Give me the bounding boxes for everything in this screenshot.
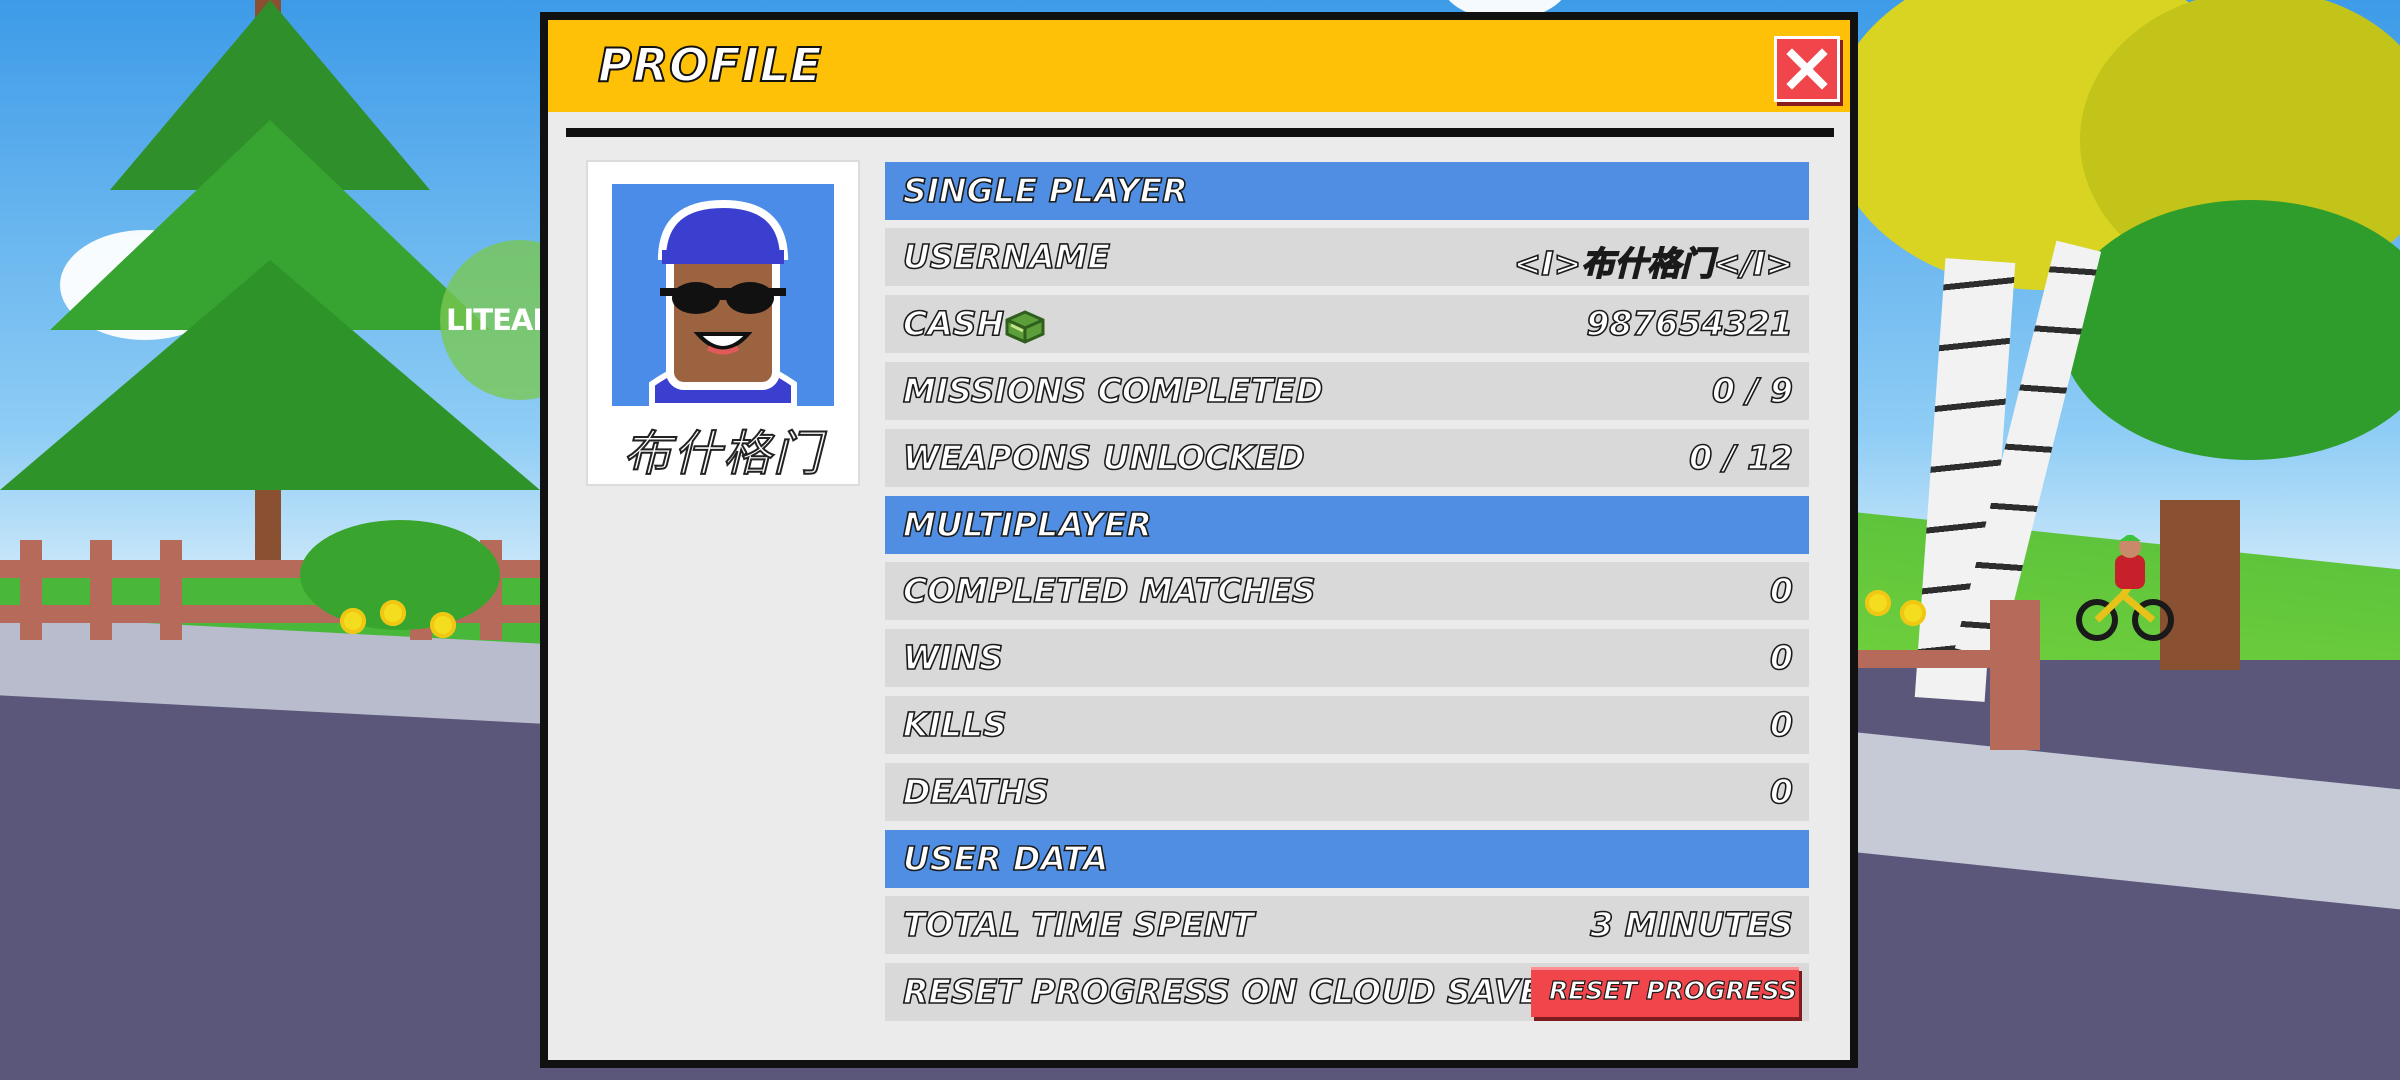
stat-label: CASH bbox=[902, 303, 1005, 344]
stat-value: 0 bbox=[1769, 637, 1794, 678]
stats-panel: SINGLE PLAYER USERNAME <I>布什格门</I> CASH … bbox=[885, 162, 1809, 1030]
close-button[interactable] bbox=[1774, 36, 1840, 102]
stat-label: WEAPONS UNLOCKED bbox=[902, 437, 1305, 478]
stat-label: WINS bbox=[902, 637, 1004, 678]
avatar bbox=[612, 184, 834, 406]
stat-row-deaths: DEATHS 0 bbox=[885, 763, 1809, 821]
section-title: USER DATA bbox=[902, 838, 1109, 879]
fence-post bbox=[20, 540, 42, 640]
stat-label: MISSIONS COMPLETED bbox=[902, 370, 1324, 411]
player-avatar-icon bbox=[649, 199, 797, 406]
fence-post bbox=[160, 540, 182, 640]
profile-dialog: PROFILE 布什格门 SINGLE PLAYER USERNAME <I>布… bbox=[540, 12, 1858, 1068]
stat-value: 0 bbox=[1769, 704, 1794, 745]
stat-row-wins: WINS 0 bbox=[885, 629, 1809, 687]
reset-progress-label: RESET PROGRESS bbox=[1548, 975, 1797, 1005]
section-header-user-data: USER DATA bbox=[885, 830, 1809, 888]
section-header-multiplayer: MULTIPLAYER bbox=[885, 496, 1809, 554]
reset-progress-button[interactable]: RESET PROGRESS bbox=[1531, 967, 1799, 1017]
stat-label: COMPLETED MATCHES bbox=[902, 570, 1316, 611]
stat-label: DEATHS bbox=[902, 771, 1050, 812]
section-title: SINGLE PLAYER bbox=[902, 170, 1188, 211]
stat-value: 0 / 12 bbox=[1688, 437, 1794, 478]
close-x-icon bbox=[1786, 48, 1828, 90]
stat-label: TOTAL TIME SPENT bbox=[902, 904, 1254, 945]
stat-value: 0 bbox=[1769, 771, 1794, 812]
stat-row-missions: MISSIONS COMPLETED 0 / 9 bbox=[885, 362, 1809, 420]
dialog-header: PROFILE bbox=[548, 20, 1850, 112]
stat-row-username: USERNAME <I>布什格门</I> bbox=[885, 228, 1809, 286]
stat-row-time-spent: TOTAL TIME SPENT 3 MINUTES bbox=[885, 896, 1809, 954]
stat-label: KILLS bbox=[902, 704, 1007, 745]
stat-value: 0 / 9 bbox=[1711, 370, 1794, 411]
flower bbox=[430, 612, 456, 638]
flower bbox=[1865, 590, 1891, 616]
stat-value: <I>布什格门</I> bbox=[1513, 243, 1794, 284]
stat-row-reset-progress: RESET PROGRESS ON CLOUD SAVE RESET PROGR… bbox=[885, 963, 1809, 1021]
fence-post bbox=[90, 540, 112, 640]
section-header-single-player: SINGLE PLAYER bbox=[885, 162, 1809, 220]
fence-post bbox=[1990, 600, 2040, 750]
player-display-name: 布什格门 bbox=[622, 425, 823, 483]
stat-row-matches: COMPLETED MATCHES 0 bbox=[885, 562, 1809, 620]
header-divider bbox=[566, 128, 1834, 137]
avatar-card: 布什格门 bbox=[588, 162, 858, 484]
flower bbox=[1900, 600, 1926, 626]
fence-rail bbox=[1840, 650, 2010, 668]
section-title: MULTIPLAYER bbox=[902, 504, 1152, 545]
stat-label: RESET PROGRESS ON CLOUD SAVE bbox=[902, 971, 1543, 1012]
stat-row-weapons: WEAPONS UNLOCKED 0 / 12 bbox=[885, 429, 1809, 487]
cyclist-npc bbox=[2076, 535, 2174, 641]
stat-value: 0 bbox=[1769, 570, 1794, 611]
stat-label: USERNAME bbox=[902, 236, 1111, 277]
cash-stack-icon bbox=[1005, 310, 1045, 344]
flower bbox=[340, 608, 366, 634]
dialog-title: PROFILE bbox=[597, 37, 823, 93]
stat-row-cash: CASH 987654321 bbox=[885, 295, 1809, 353]
stat-value: 3 MINUTES bbox=[1589, 904, 1793, 945]
flower bbox=[380, 600, 406, 626]
stat-row-kills: KILLS 0 bbox=[885, 696, 1809, 754]
stat-value: 987654321 bbox=[1586, 303, 1794, 344]
